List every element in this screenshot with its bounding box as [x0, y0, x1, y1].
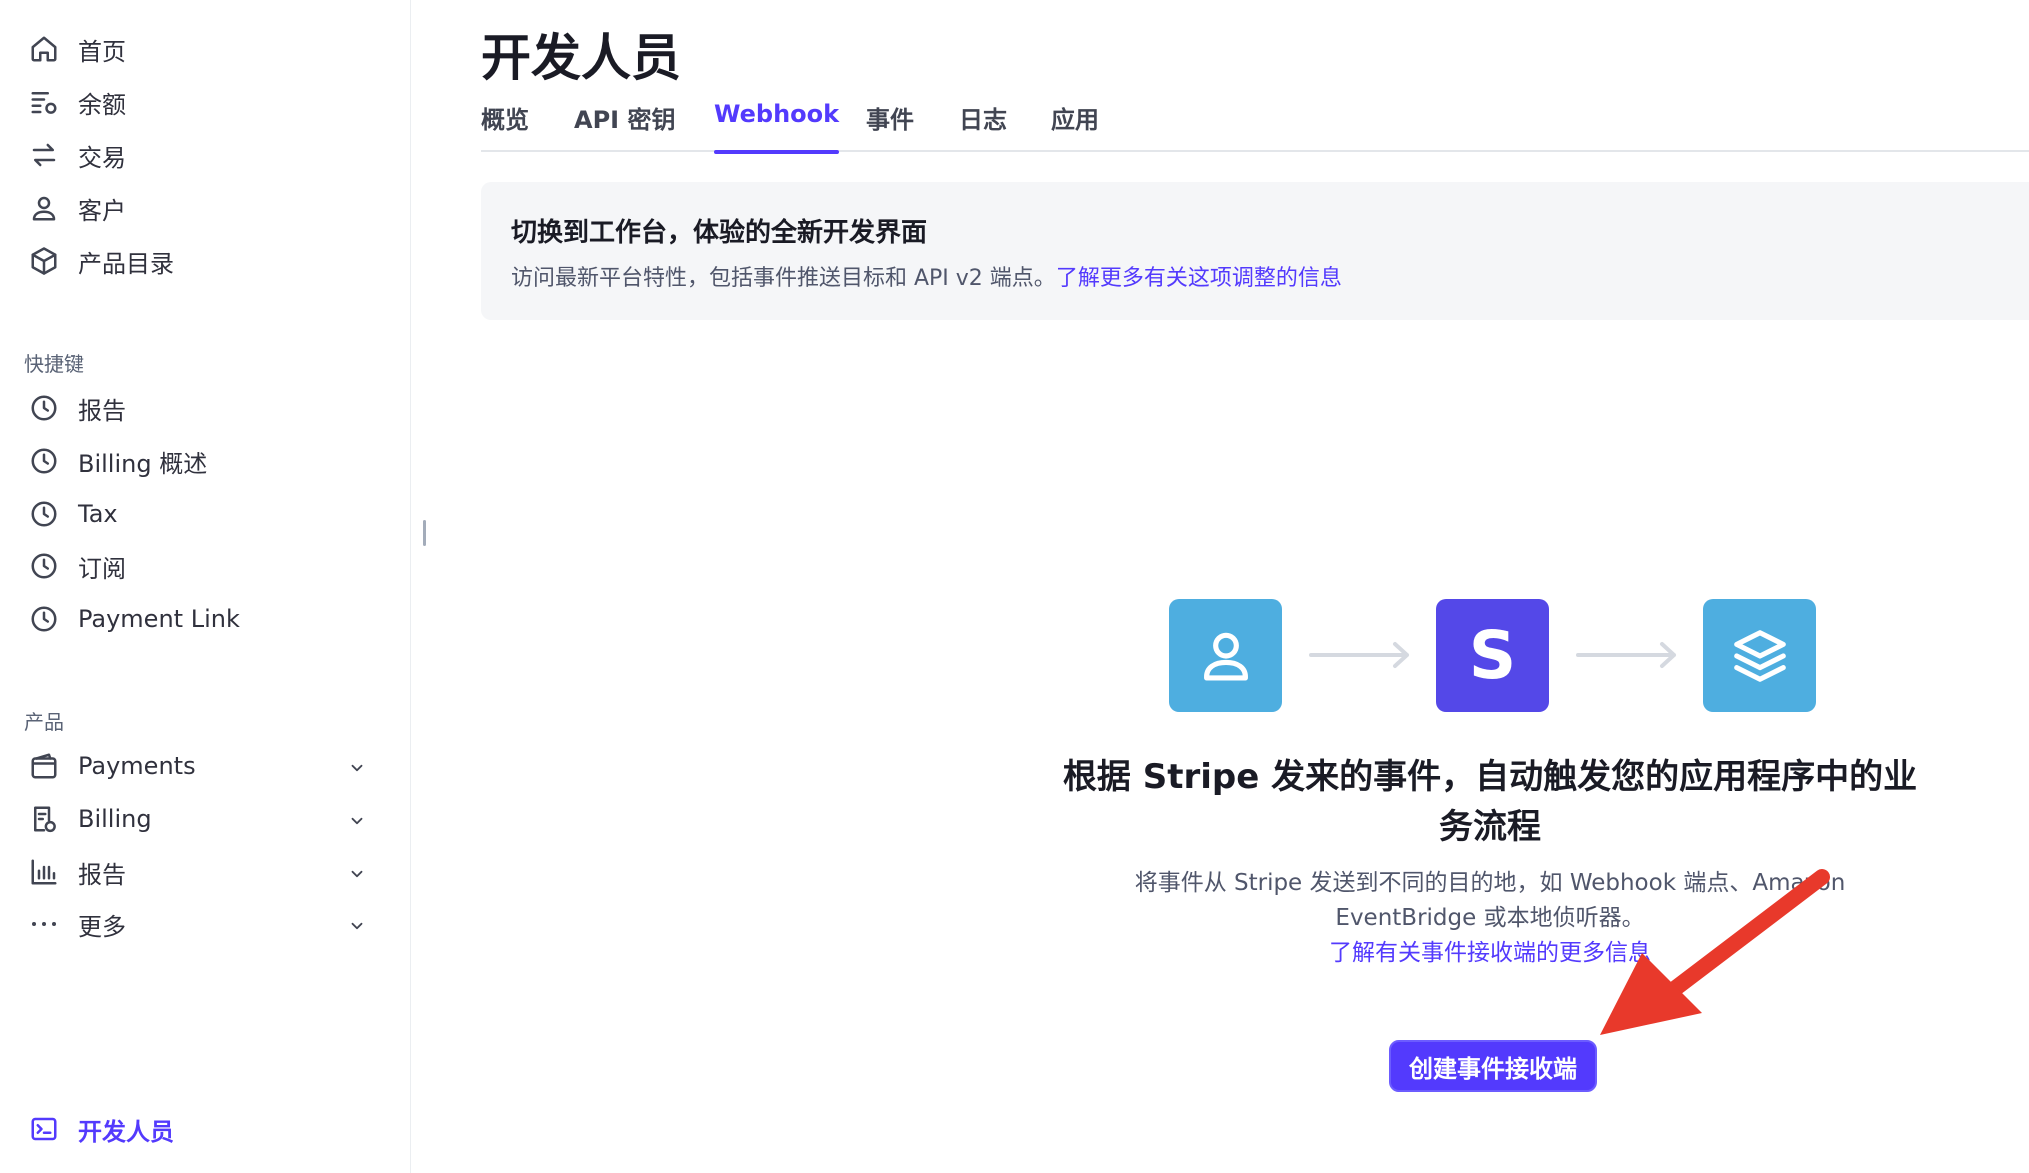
learn-more-event-destinations-link[interactable]: 了解有关事件接收端的更多信息	[1100, 936, 1880, 971]
bar-chart-icon	[26, 854, 62, 890]
sidebar-item-billing-overview[interactable]: Billing 概述	[26, 439, 207, 483]
more-icon	[26, 906, 62, 942]
hero-description: 将事件从 Stripe 发送到不同的目的地，如 Webhook 端点、Amazo…	[1134, 870, 1846, 931]
sidebar-item-home[interactable]: 首页	[26, 27, 126, 71]
sidebar-item-balance[interactable]: 余额	[26, 80, 126, 124]
tab-logs[interactable]: 日志	[959, 100, 1007, 152]
sidebar-item-label: 余额	[78, 90, 126, 119]
tab-api-keys[interactable]: API 密钥	[574, 100, 675, 152]
chevron-down-icon[interactable]	[345, 862, 369, 886]
tab-bar: 概览 API 密钥 Webhook 事件 日志 应用	[481, 100, 2029, 154]
clock-icon	[26, 390, 62, 426]
sidebar-item-customers[interactable]: 客户	[26, 186, 126, 230]
banner-description: 访问最新平台特性，包括事件推送目标和 API v2 端点。	[511, 266, 1056, 291]
sidebar-item-label: 客户	[78, 196, 126, 225]
sidebar-item-label: 开发人员	[78, 1117, 174, 1146]
flow-arrow-icon	[1576, 640, 1680, 670]
sidebar-item-label: 报告	[78, 396, 126, 425]
clock-icon	[26, 601, 62, 637]
terminal-icon	[26, 1111, 62, 1147]
customer-icon	[26, 190, 62, 226]
clock-icon	[26, 443, 62, 479]
sidebar-resize-handle[interactable]	[423, 520, 426, 546]
sidebar-item-label: Tax	[78, 500, 118, 528]
sidebar-item-label: Payment Link	[78, 605, 240, 633]
sidebar-item-label: 更多	[78, 912, 126, 941]
banner-learn-more-link[interactable]: 了解更多有关这项调整的信息	[1056, 266, 1342, 291]
billing-icon	[26, 801, 62, 837]
product-catalog-icon	[26, 243, 62, 279]
banner-text: 访问最新平台特性，包括事件推送目标和 API v2 端点。了解更多有关这项调整的…	[511, 260, 1342, 292]
products-section-title: 产品	[24, 710, 64, 734]
chevron-down-icon[interactable]	[345, 914, 369, 938]
home-icon	[26, 31, 62, 67]
sidebar-item-product-catalog[interactable]: 产品目录	[26, 239, 174, 283]
hero-title: 根据 Stripe 发来的事件，自动触发您的应用程序中的业务流程	[1062, 757, 1918, 847]
wallet-icon	[26, 748, 62, 784]
sidebar-item-transactions[interactable]: 交易	[26, 133, 126, 177]
sidebar-item-label: 交易	[78, 143, 126, 172]
user-icon	[1203, 632, 1248, 681]
sidebar-item-tax[interactable]: Tax	[26, 492, 118, 536]
layers-icon	[1733, 629, 1786, 682]
tab-overview[interactable]: 概览	[481, 100, 529, 152]
flow-arrow-icon	[1309, 640, 1413, 670]
sidebar-item-billing[interactable]: Billing	[26, 797, 376, 841]
sidebar-item-label: Billing	[78, 805, 152, 833]
sidebar-item-payments[interactable]: Payments	[26, 744, 376, 788]
chevron-down-icon[interactable]	[345, 809, 369, 833]
clock-icon	[26, 548, 62, 584]
sidebar-item-reports[interactable]: 报告	[26, 850, 376, 894]
sidebar-item-more[interactable]: 更多	[26, 902, 376, 946]
banner-title: 切换到工作台，体验的全新开发界面	[511, 218, 928, 248]
stripe-logo-icon: S	[1468, 617, 1517, 694]
user-tile	[1169, 599, 1282, 712]
chevron-down-icon[interactable]	[345, 756, 369, 780]
sidebar: 首页 余额 交易 客户 产品目录 快捷键 报告 Billing 概述 Tax 订…	[0, 0, 411, 1173]
page-title: 开发人员	[481, 29, 681, 87]
sidebar-item-developers[interactable]: 开发人员	[26, 1107, 174, 1151]
balance-icon	[26, 84, 62, 120]
tab-events[interactable]: 事件	[866, 100, 914, 152]
layers-tile	[1703, 599, 1816, 712]
sidebar-item-label: Billing 概述	[78, 449, 208, 478]
tab-apps[interactable]: 应用	[1051, 100, 1099, 152]
transactions-icon	[26, 137, 62, 173]
sidebar-item-label: 订阅	[78, 554, 126, 583]
shortcuts-section-title: 快捷键	[24, 352, 84, 376]
tab-webhook[interactable]: Webhook	[714, 100, 840, 154]
sidebar-item-subscriptions[interactable]: 订阅	[26, 544, 126, 588]
workbench-banner: 切换到工作台，体验的全新开发界面 访问最新平台特性，包括事件推送目标和 API …	[481, 182, 2029, 320]
sidebar-item-label: 首页	[78, 37, 126, 66]
sidebar-item-reports-shortcut[interactable]: 报告	[26, 386, 126, 430]
sidebar-item-payment-link[interactable]: Payment Link	[26, 597, 240, 641]
clock-icon	[26, 496, 62, 532]
sidebar-item-label: 报告	[78, 860, 126, 889]
sidebar-item-label: Payments	[78, 752, 196, 780]
sidebar-item-label: 产品目录	[78, 249, 174, 278]
create-event-destination-button[interactable]: 创建事件接收端	[1389, 1040, 1597, 1092]
stripe-tile: S	[1436, 599, 1549, 712]
